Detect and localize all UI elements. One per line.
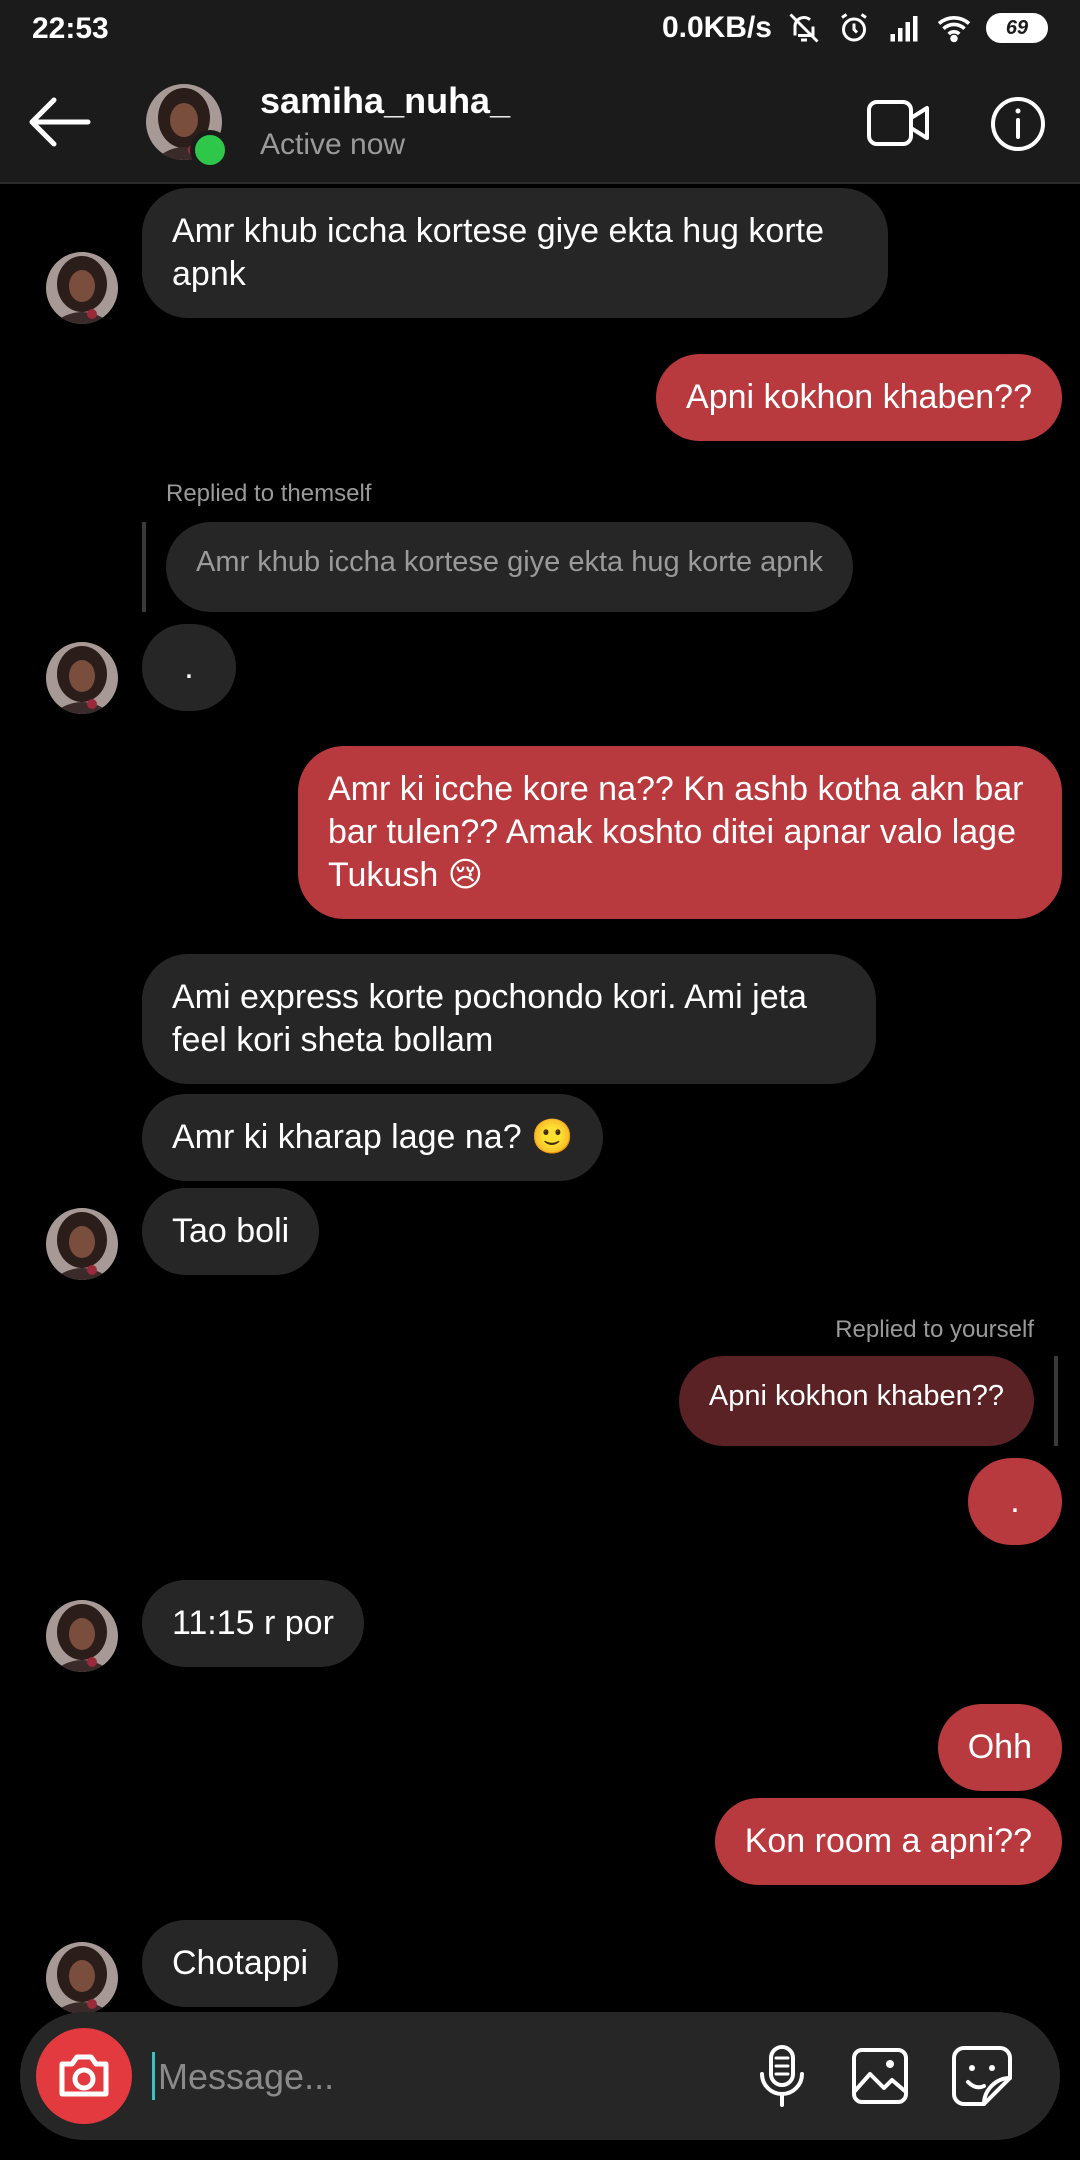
online-indicator	[190, 130, 230, 170]
text-cursor	[152, 2052, 155, 2100]
sticker-icon[interactable]	[950, 2044, 1014, 2108]
message-bubble-incoming[interactable]: Amr ki kharap lage na? 🙂	[142, 1094, 604, 1181]
message-composer	[20, 2012, 1060, 2140]
message-bubble-outgoing[interactable]: Apni kokhon khaben??	[656, 354, 1062, 441]
message-bubble-incoming[interactable]: Amr khub iccha kortese giye ekta hug kor…	[142, 188, 888, 318]
info-icon[interactable]	[990, 96, 1046, 152]
active-status: Active now	[260, 128, 406, 161]
battery-icon: 69	[986, 13, 1048, 43]
reply-label: Replied to yourself	[835, 1316, 1034, 1343]
quote-bar	[1054, 1356, 1058, 1446]
message-bubble-outgoing[interactable]: Amr ki icche kore na?? Kn ashb kotha akn…	[298, 746, 1062, 919]
bell-muted-icon	[789, 13, 819, 43]
camera-icon	[59, 2054, 109, 2097]
camera-button[interactable]	[36, 2028, 132, 2124]
chat-header: samiha_nuha_ Active now	[0, 62, 1080, 184]
avatar[interactable]	[46, 1600, 118, 1672]
network-speed: 0.0KB/s	[661, 11, 772, 44]
quote-bar	[142, 522, 146, 612]
video-call-icon[interactable]	[866, 96, 930, 150]
avatar[interactable]	[46, 252, 118, 324]
avatar[interactable]	[46, 1208, 118, 1280]
message-bubble-outgoing[interactable]: .	[968, 1458, 1062, 1545]
status-icons: 0.0KB/s 69	[662, 10, 1048, 46]
microphone-icon[interactable]	[752, 2044, 812, 2108]
quoted-message[interactable]: Apni kokhon khaben??	[678, 1356, 1034, 1446]
reply-label: Replied to themself	[166, 480, 372, 507]
message-bubble-incoming[interactable]: .	[142, 624, 236, 711]
avatar[interactable]	[46, 642, 118, 714]
status-time: 22:53	[32, 12, 109, 45]
message-bubble-incoming[interactable]: 11:15 r por	[142, 1580, 364, 1667]
avatar[interactable]	[46, 1942, 118, 2014]
message-bubble-incoming[interactable]: Tao boli	[142, 1188, 320, 1275]
message-bubble-incoming[interactable]: Ami express korte pochondo kori. Ami jet…	[142, 954, 876, 1084]
alarm-icon	[841, 13, 867, 42]
gallery-icon[interactable]	[850, 2046, 910, 2106]
chat-username[interactable]: samiha_nuha_	[260, 80, 510, 122]
message-input[interactable]	[156, 2040, 560, 2114]
message-bubble-incoming[interactable]: Chotappi	[142, 1920, 339, 2007]
back-arrow-icon[interactable]	[26, 92, 92, 152]
quoted-message[interactable]: Amr khub iccha kortese giye ekta hug kor…	[166, 522, 854, 612]
wifi-icon	[937, 16, 971, 43]
message-bubble-outgoing[interactable]: Ohh	[937, 1704, 1062, 1791]
signal-icon	[890, 16, 918, 42]
message-bubble-outgoing[interactable]: Kon room a apni??	[714, 1798, 1062, 1885]
status-bar: 22:53 0.0KB/s 69	[0, 0, 1080, 62]
